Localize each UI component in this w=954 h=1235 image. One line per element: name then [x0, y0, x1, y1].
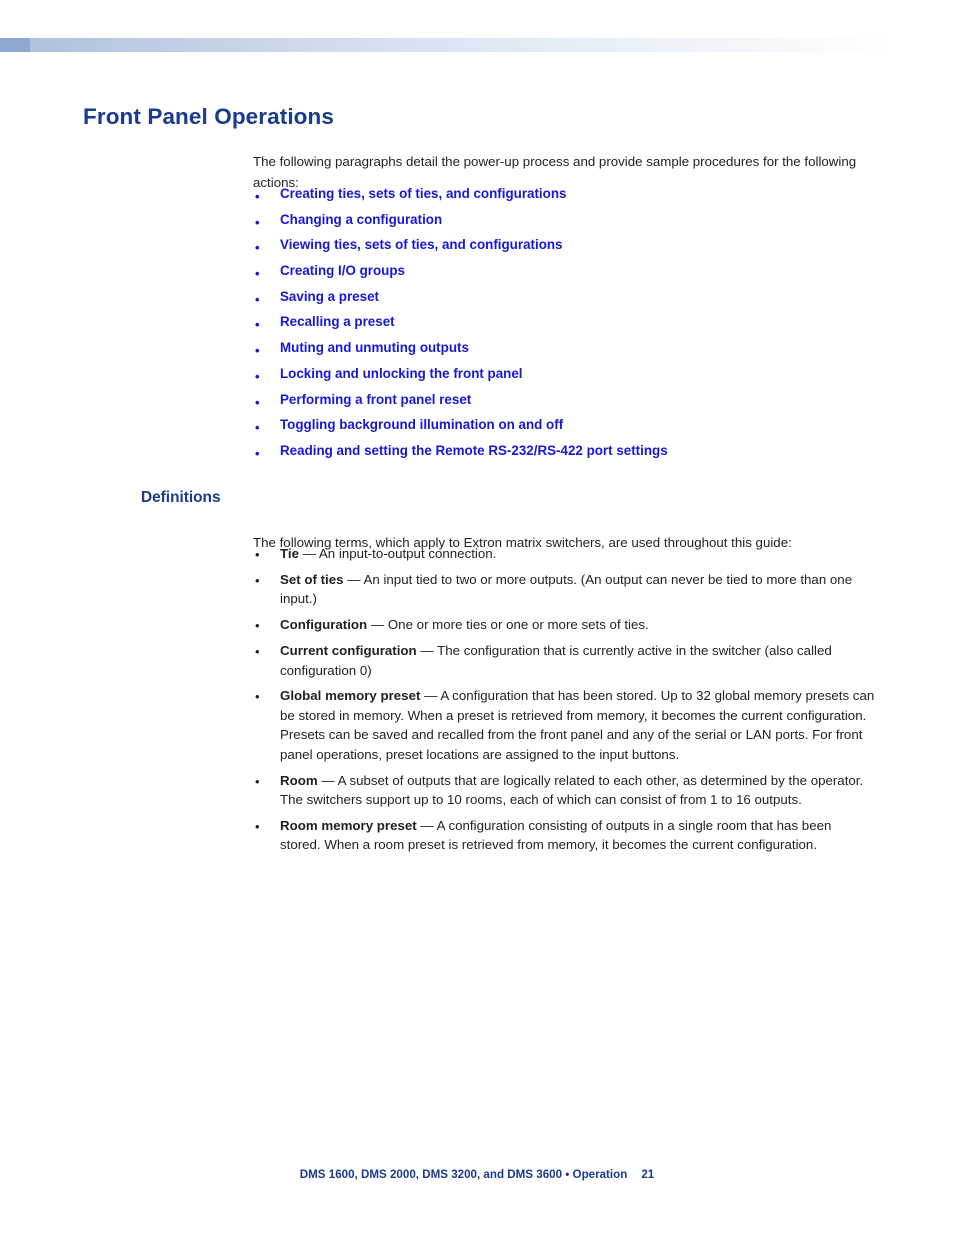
list-item[interactable]: • Recalling a preset — [253, 312, 873, 338]
list-item: • Tie — An input-to-output connection. — [253, 544, 875, 563]
page-footer: DMS 1600, DMS 2000, DMS 3200, and DMS 36… — [0, 1168, 954, 1181]
bullet-icon: • — [255, 644, 260, 660]
link-changing-configuration[interactable]: Changing a configuration — [280, 212, 442, 227]
bullet-icon: • — [255, 317, 260, 333]
page-title: Front Panel Operations — [83, 104, 334, 129]
list-item[interactable]: • Reading and setting the Remote RS-232/… — [253, 441, 873, 467]
list-item[interactable]: • Toggling background illumination on an… — [253, 415, 873, 441]
bullet-icon: • — [255, 368, 260, 384]
list-item[interactable]: • Creating ties, sets of ties, and confi… — [253, 184, 873, 210]
link-muting-unmuting-outputs[interactable]: Muting and unmuting outputs — [280, 340, 469, 355]
bullet-icon: • — [255, 572, 260, 588]
bullet-icon: • — [255, 291, 260, 307]
definition-term: Room — [280, 772, 318, 788]
list-item: • Set of ties — An input tied to two or … — [253, 570, 875, 609]
bullet-icon: • — [255, 394, 260, 410]
list-item: • Configuration — One or more ties or on… — [253, 615, 875, 634]
definition-term: Room memory preset — [280, 817, 417, 833]
definition-term: Configuration — [280, 617, 368, 633]
bullet-icon: • — [255, 420, 260, 436]
list-item[interactable]: • Creating I/O groups — [253, 261, 873, 287]
definition-term: Global memory preset — [280, 688, 421, 704]
link-saving-a-preset[interactable]: Saving a preset — [280, 289, 379, 304]
link-remote-port-settings[interactable]: Reading and setting the Remote RS-232/RS… — [280, 443, 668, 458]
bullet-icon: • — [255, 445, 260, 461]
list-item[interactable]: • Performing a front panel reset — [253, 390, 873, 416]
list-item[interactable]: • Locking and unlocking the front panel — [253, 364, 873, 390]
definitions-list: • Tie — An input-to-output connection. •… — [253, 544, 875, 861]
footer-text: DMS 1600, DMS 2000, DMS 3200, and DMS 36… — [299, 1168, 628, 1181]
list-item[interactable]: • Saving a preset — [253, 287, 873, 313]
list-item: • Room memory preset — A configuration c… — [253, 816, 875, 855]
definition-text: — An input-to-output connection. — [298, 546, 497, 561]
bullet-icon: • — [255, 189, 260, 204]
link-creating-io-groups[interactable]: Creating I/O groups — [280, 263, 405, 278]
definition-term: Tie — [280, 546, 299, 561]
page-number: 21 — [641, 1168, 655, 1181]
document-page: Front Panel Operations The following par… — [0, 0, 954, 1235]
link-viewing-ties[interactable]: Viewing ties, sets of ties, and configur… — [280, 237, 563, 252]
bullet-icon: • — [255, 266, 260, 282]
definition-text: — One or more ties or one or more sets o… — [367, 617, 649, 633]
list-item[interactable]: • Changing a configuration — [253, 210, 873, 236]
link-locking-unlocking-front-panel[interactable]: Locking and unlocking the front panel — [280, 366, 523, 381]
bullet-icon: • — [255, 240, 260, 256]
definition-text: — A subset of outputs that are logically… — [280, 772, 864, 807]
list-item[interactable]: • Muting and unmuting outputs — [253, 338, 873, 364]
bullet-icon: • — [255, 214, 260, 230]
bullet-icon: • — [255, 547, 260, 562]
bullet-icon: • — [255, 773, 260, 789]
bullet-icon: • — [255, 689, 260, 705]
link-recalling-a-preset[interactable]: Recalling a preset — [280, 314, 395, 329]
bullet-icon: • — [255, 343, 260, 359]
definition-term: Set of ties — [280, 571, 344, 587]
link-creating-ties[interactable]: Creating ties, sets of ties, and configu… — [280, 186, 566, 201]
list-item[interactable]: • Viewing ties, sets of ties, and config… — [253, 235, 873, 261]
definition-term: Current configuration — [280, 643, 417, 659]
link-background-illumination[interactable]: Toggling background illumination on and … — [280, 417, 563, 432]
bullet-icon: • — [255, 818, 260, 834]
list-item: • Current configuration — The configurat… — [253, 641, 875, 680]
procedure-link-list: • Creating ties, sets of ties, and confi… — [253, 184, 873, 467]
section-title-definitions: Definitions — [141, 489, 221, 506]
list-item: • Room — A subset of outputs that are lo… — [253, 771, 875, 810]
bullet-icon: • — [255, 618, 260, 634]
list-item: • Global memory preset — A configuration… — [253, 686, 875, 764]
link-front-panel-reset[interactable]: Performing a front panel reset — [280, 392, 471, 407]
definition-text: — An input tied to two or more outputs. … — [280, 571, 853, 607]
